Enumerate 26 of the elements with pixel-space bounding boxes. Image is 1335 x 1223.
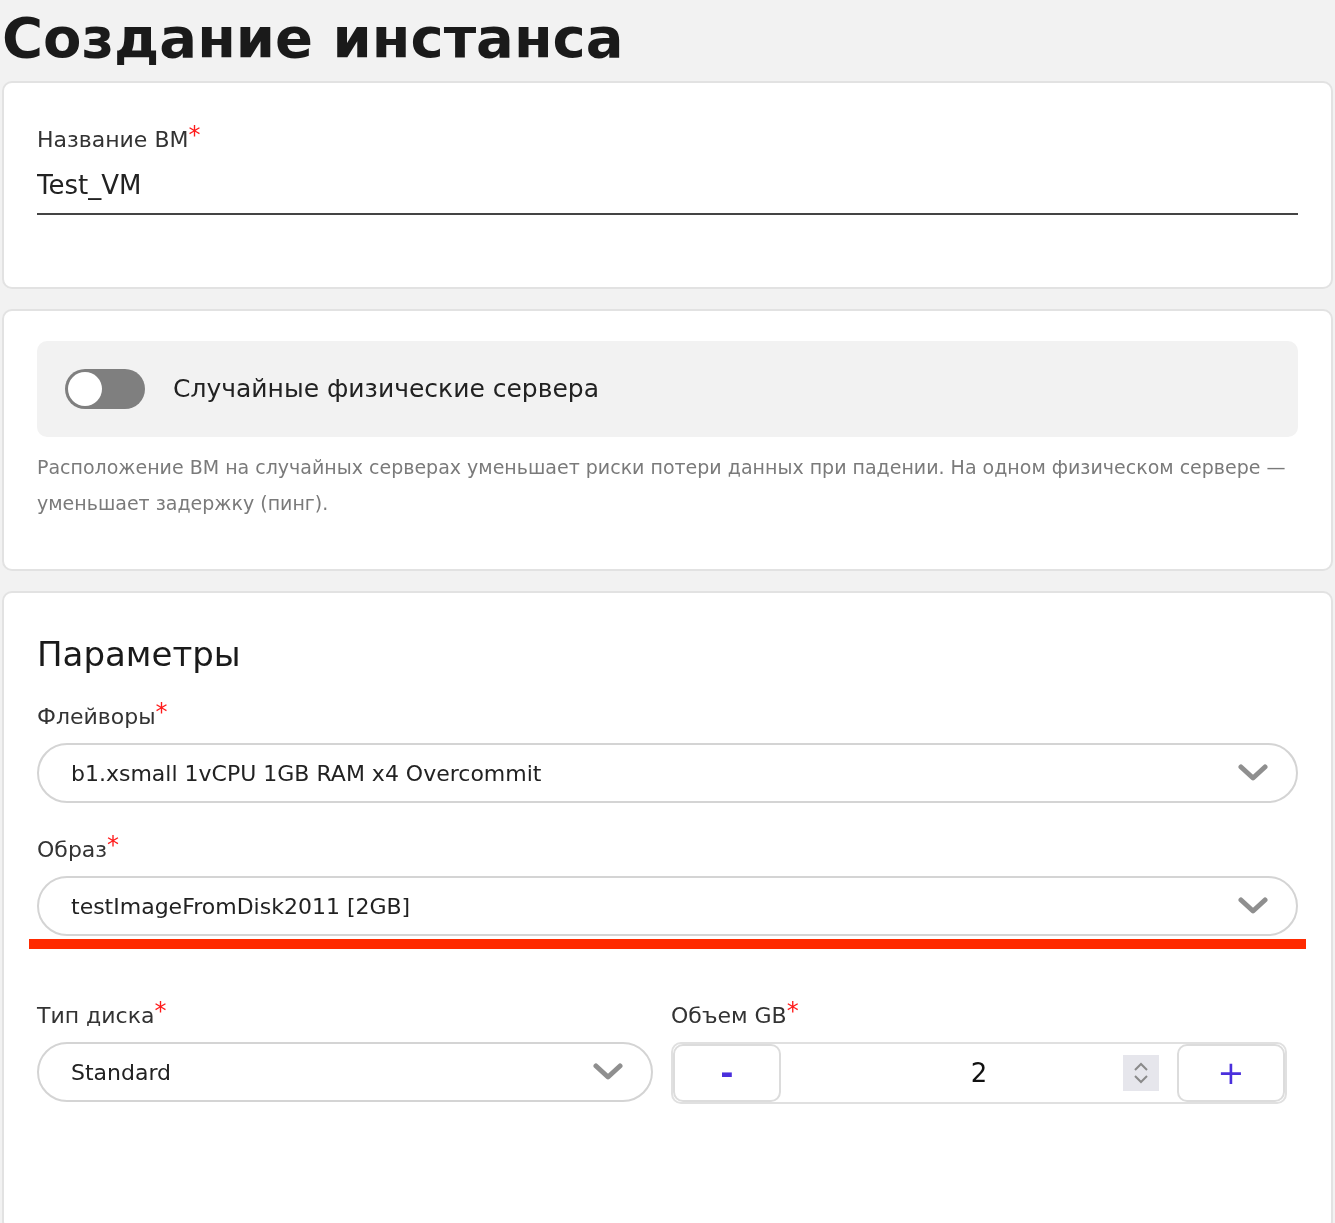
- select-field[interactable]: b1.xsmall 1vCPU 1GB RAM x4 Overcommit: [37, 743, 1298, 803]
- select-field[interactable]: testImageFromDisk2011 [2GB]: [37, 876, 1298, 936]
- toggle-label: Случайные физические сервера: [173, 373, 599, 406]
- page-title: Создание инстанса: [1, 4, 625, 72]
- required-mark: *: [155, 700, 168, 724]
- increment-button[interactable]: +: [1177, 1044, 1285, 1102]
- toggle-switch[interactable]: [65, 369, 145, 409]
- number-value: 2: [970, 1056, 988, 1090]
- required-mark: *: [786, 999, 799, 1023]
- name-input[interactable]: Test_VM: [37, 166, 1298, 215]
- field-label: Флейворы: [37, 704, 156, 731]
- spinner-icon[interactable]: [1123, 1055, 1159, 1091]
- field-label: Объем GB: [671, 1003, 787, 1030]
- required-mark: *: [188, 123, 201, 147]
- decrement-button[interactable]: -: [673, 1044, 781, 1102]
- chevron-down-icon: [1238, 763, 1268, 783]
- required-mark: *: [154, 999, 167, 1023]
- field-label: Название ВМ: [37, 126, 189, 154]
- chevron-down-icon: [593, 1062, 623, 1082]
- field-label: Образ: [37, 836, 108, 864]
- field-label: Тип диска: [37, 1002, 155, 1030]
- description-text: Расположение ВМ на случайных серверах уменьшает риски потери данных при падении. На одном физическом сервере — уменьшает задержку (пинг).: [37, 455, 1287, 516]
- select-field[interactable]: Standard: [37, 1042, 653, 1102]
- required-mark: *: [107, 833, 120, 857]
- section-heading: Параметры: [37, 633, 242, 676]
- chevron-down-icon: [1238, 896, 1268, 916]
